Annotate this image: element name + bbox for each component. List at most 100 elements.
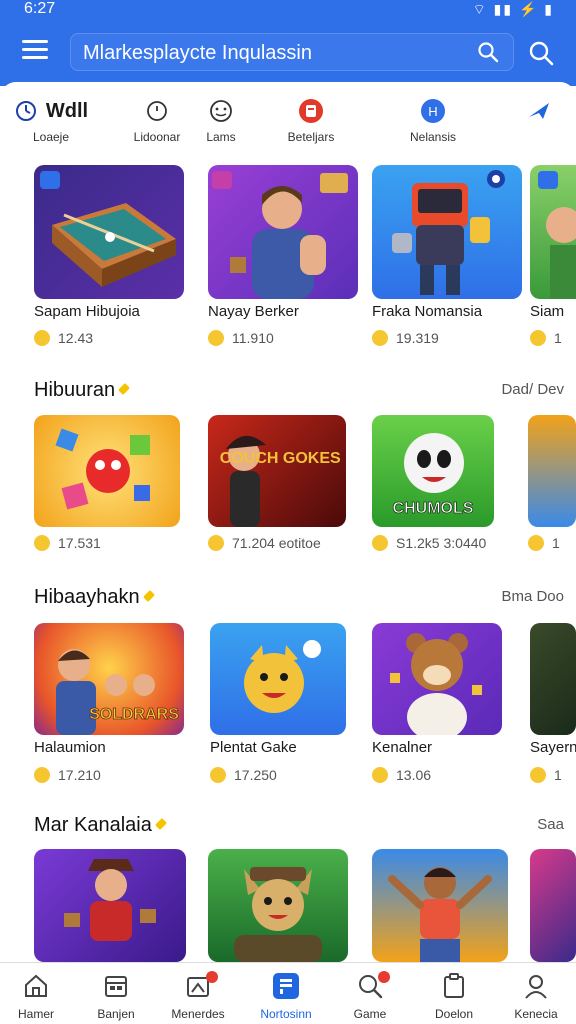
game-tile-soldiers[interactable]: SOLDRARS — [34, 623, 184, 735]
nav-item-doelon[interactable]: Doelon — [416, 971, 492, 1021]
category-item-1[interactable]: Wdll Loaeje — [8, 96, 94, 144]
game-score: 17.210 — [34, 767, 101, 783]
game-title[interactable]: Plentat Gake — [210, 739, 297, 756]
game-tile-partial-4[interactable] — [530, 849, 576, 962]
user-icon — [498, 971, 574, 1001]
emoji-icon — [530, 767, 546, 783]
tile-art-text: SOLDRARS — [89, 706, 179, 723]
account-search-icon[interactable] — [528, 40, 554, 66]
game-tile-partial-1[interactable] — [530, 165, 576, 299]
game-title[interactable]: Sapam Hibujoia — [34, 303, 140, 320]
game-tile-pool[interactable] — [34, 165, 184, 299]
category-bar: Wdll Loaeje Lidoonar Lams Beteljars H Ne… — [0, 82, 576, 156]
game-tile-blocks[interactable] — [34, 415, 180, 527]
section-title: Mar Kanalaia — [34, 814, 167, 837]
gem-icon — [154, 818, 167, 830]
game-tile-dog[interactable] — [208, 849, 348, 962]
blue-square-icon: H — [390, 96, 476, 126]
nav-label: Menerdes — [171, 1007, 225, 1021]
emoji-icon — [530, 330, 546, 346]
search-icon[interactable] — [477, 41, 499, 63]
character-art — [538, 171, 576, 299]
nav-item-menerdes[interactable]: Menerdes — [160, 971, 236, 1021]
emoji-icon — [372, 535, 388, 551]
tile-art-text: CHUMOLS — [393, 500, 474, 517]
face-icon — [178, 96, 264, 126]
calendar-icon — [78, 971, 154, 1001]
game-score: 12.43 — [34, 330, 93, 346]
hero-art — [388, 867, 492, 962]
category-item-6[interactable] — [496, 96, 576, 126]
game-tile-emoji[interactable] — [210, 623, 346, 735]
game-tile-robot[interactable] — [372, 165, 522, 299]
game-tile-pirate[interactable] — [34, 849, 186, 962]
search-icon — [332, 971, 408, 1001]
notification-badge — [378, 971, 390, 983]
character-art — [212, 171, 348, 299]
search-text: Mlarkesplaycte Inqulassin — [83, 42, 312, 64]
status-bar: 6:27 ⌔ ▮▮ ⚡ ▮ — [0, 0, 576, 22]
clock-icon: Wdll — [8, 96, 94, 126]
bear-art — [390, 633, 482, 735]
game-score: S1.2k5 3:0440 — [372, 535, 486, 551]
nav-label: Kenecia — [514, 1007, 558, 1021]
game-title[interactable]: Kenalner — [372, 739, 432, 756]
emoji-icon — [208, 330, 224, 346]
emoji-icon — [34, 330, 50, 346]
gem-icon — [142, 590, 155, 602]
game-title[interactable]: Siam — [530, 303, 564, 320]
game-title[interactable]: Nayay Berker — [208, 303, 299, 320]
nav-item-home[interactable]: Hamer — [0, 971, 74, 1021]
game-tile-partial-3[interactable] — [530, 623, 576, 735]
section-more-link[interactable]: Saa — [537, 816, 564, 833]
search-input[interactable]: Mlarkesplaycte Inqulassin — [70, 33, 514, 71]
game-tile-fighter[interactable] — [208, 165, 358, 299]
gem-icon — [118, 383, 131, 395]
game-tile-couch[interactable]: COUCH GOKES DAMS — [208, 415, 346, 527]
home-icon — [0, 971, 74, 1001]
plane-icon — [496, 96, 576, 126]
category-item-5[interactable]: H Nelansis — [390, 96, 476, 144]
game-score: 17.250 — [210, 767, 277, 783]
game-title[interactable]: Sayern — [530, 739, 576, 756]
emoji-icon — [34, 535, 50, 551]
bottom-nav: Hamer Banjen Menerdes Nortosinn Game Doe… — [0, 962, 576, 1024]
notification-badge — [206, 971, 218, 983]
game-score: 19.319 — [372, 330, 439, 346]
characters-art: SOLDRARS — [56, 649, 180, 735]
game-tile-bear[interactable] — [372, 623, 502, 735]
status-time: 6:27 — [24, 0, 56, 17]
section-more-link[interactable]: Dad/ Dev — [501, 381, 564, 398]
game-tile-partial-2[interactable] — [528, 415, 576, 527]
nav-label: Doelon — [434, 1007, 474, 1021]
category-label: Beteljars — [287, 130, 335, 144]
nav-label: Game — [353, 1007, 387, 1021]
box-icon — [160, 971, 236, 1001]
puzzle-art — [55, 428, 150, 510]
section-title: Hibaayhakn — [34, 586, 155, 609]
nav-item-kenecia[interactable]: Kenecia — [498, 971, 574, 1021]
nav-item-banjen[interactable]: Banjen — [78, 971, 154, 1021]
status-icons: ⌔ ▮▮ ⚡ ▮ — [472, 1, 554, 17]
menu-icon[interactable] — [22, 40, 48, 60]
category-top-label: Wdll — [45, 99, 89, 122]
game-score: 13.06 — [372, 767, 431, 783]
emoji-icon — [372, 767, 388, 783]
nav-item-game[interactable]: Game — [332, 971, 408, 1021]
app-header: 6:27 ⌔ ▮▮ ⚡ ▮ Mlarkesplaycte Inqulassin — [0, 0, 576, 86]
category-item-3[interactable]: Lams — [178, 96, 264, 144]
clipboard-icon — [416, 971, 492, 1001]
nav-label: Nortosinn — [260, 1007, 312, 1021]
section-title: Hibuuran — [34, 379, 131, 402]
game-tile-hero[interactable] — [372, 849, 508, 962]
panda-art: CHUMOLS — [392, 433, 474, 517]
game-title[interactable]: Halaumion — [34, 739, 106, 756]
section-more-link[interactable]: Bma Doo — [501, 588, 564, 605]
emoji-character-art — [244, 640, 321, 713]
red-badge-icon — [268, 96, 354, 126]
game-tile-chumbos[interactable]: CHUMOLS — [372, 415, 494, 527]
category-item-4[interactable]: Beteljars — [268, 96, 354, 144]
nav-item-nortosinn[interactable]: Nortosinn — [248, 971, 324, 1021]
game-score: 1 — [530, 330, 562, 346]
game-title[interactable]: Fraka Nomansia — [372, 303, 482, 320]
